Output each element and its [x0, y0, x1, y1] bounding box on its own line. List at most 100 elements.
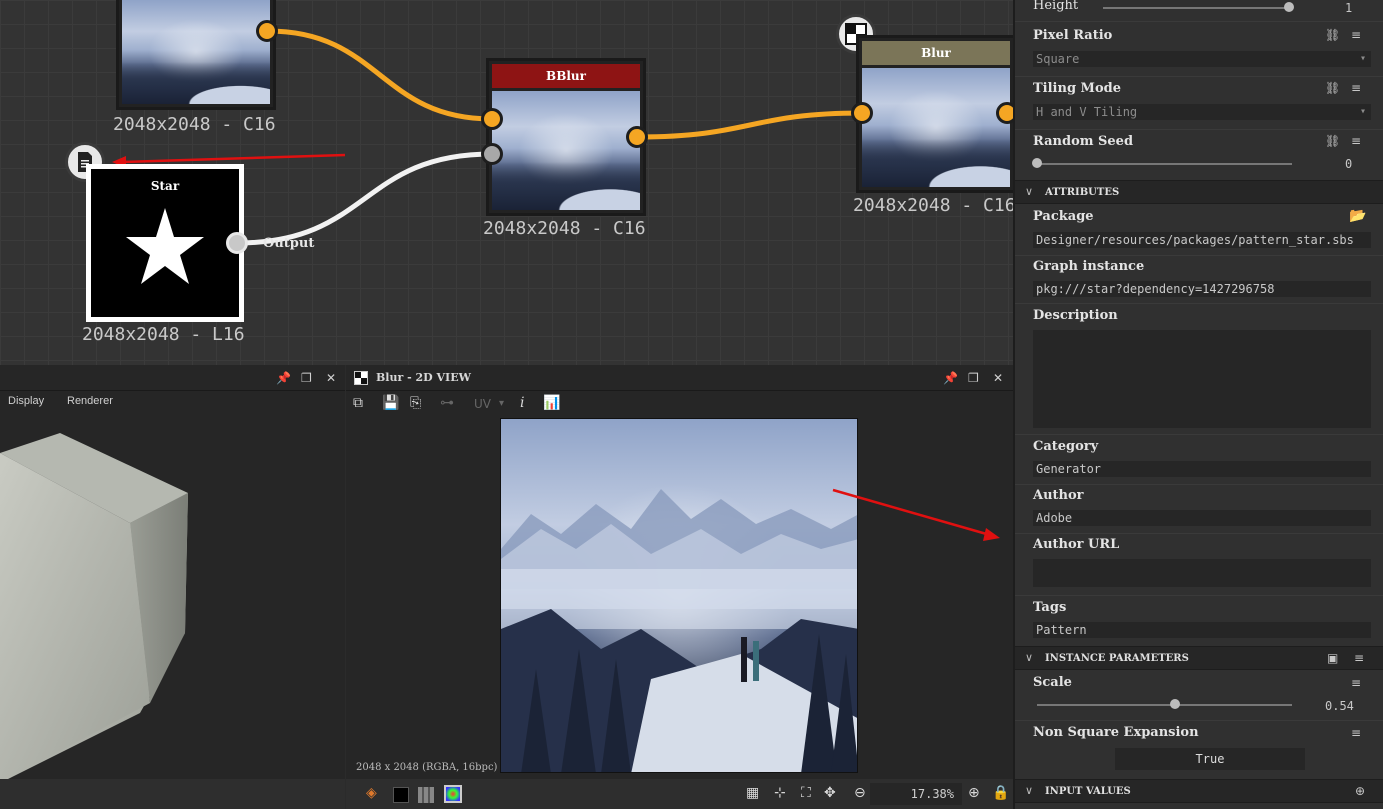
uv-dropdown[interactable]: UV	[474, 397, 491, 411]
random-seed-label: Random Seed	[1033, 134, 1134, 149]
grid-icon[interactable]: ▦	[746, 785, 759, 801]
pin-icon[interactable]: 📌	[943, 371, 958, 385]
height-slider-knob[interactable]	[1284, 2, 1295, 12]
attributes-title: ATTRIBUTES	[1045, 187, 1120, 198]
image-info-label: 2048 x 2048 (RGBA, 16bpc)	[356, 762, 498, 773]
node-bblur-input-port-2[interactable]	[481, 143, 503, 165]
2d-view-panel[interactable]: Blur - 2D VIEW 📌 ❐ ✕ ⧉ 💾 ⎘ ⊶ UV ▾ i 📊 20…	[346, 365, 1013, 809]
node-top-image[interactable]	[116, 0, 276, 110]
options-menu-icon[interactable]: ≡	[1351, 28, 1361, 42]
options-menu-icon[interactable]: ≡	[1351, 726, 1361, 740]
zoom-level-field[interactable]: 17.38%	[870, 783, 962, 805]
3d-viewport[interactable]	[0, 413, 345, 783]
tags-field[interactable]: Pattern	[1033, 622, 1371, 638]
instance-parameters-title: INSTANCE PARAMETERS	[1045, 653, 1189, 664]
package-label: Package	[1033, 209, 1094, 224]
tiling-mode-label: Tiling Mode	[1033, 81, 1121, 96]
link-icon[interactable]: ⛓	[1325, 28, 1340, 42]
annotation-arrow-graph	[121, 153, 346, 164]
chevron-down-icon: ∨	[1025, 651, 1034, 664]
layers-icon[interactable]: ◈	[366, 785, 377, 801]
description-textarea[interactable]	[1033, 330, 1371, 428]
graph-icon[interactable]: ⊶	[440, 395, 454, 411]
author-field[interactable]: Adobe	[1033, 510, 1371, 526]
tile-grid-icon[interactable]	[418, 787, 434, 803]
close-icon[interactable]: ✕	[326, 371, 336, 385]
node-blur-output-port[interactable]	[996, 102, 1013, 124]
options-menu-icon[interactable]: ≡	[1351, 81, 1361, 95]
float-window-icon[interactable]: ❐	[301, 371, 312, 385]
node-bblur-input-port-1[interactable]	[481, 108, 503, 130]
2d-view-title: Blur - 2D VIEW	[376, 371, 471, 384]
chevron-down-icon[interactable]: ▾	[499, 398, 504, 409]
chevron-down-icon: ∨	[1025, 185, 1034, 198]
save-icon[interactable]: 💾	[382, 395, 399, 411]
properties-panel[interactable]: Height 1 Pixel Ratio ⛓ ≡ Square Tiling M…	[1013, 0, 1383, 809]
pin-icon[interactable]: 📌	[276, 371, 291, 385]
fit-view-icon[interactable]: ⛶	[801, 785, 811, 801]
graph-instance-field[interactable]: pkg:///star?dependency=1427296758	[1033, 281, 1371, 297]
random-seed-slider-knob[interactable]	[1032, 158, 1042, 168]
menu-renderer[interactable]: Renderer	[67, 395, 113, 407]
add-icon[interactable]: ⊕	[1355, 784, 1365, 798]
black-swatch[interactable]	[393, 787, 409, 803]
menu-display[interactable]: Display	[8, 395, 44, 407]
options-menu-icon[interactable]: ≡	[1354, 651, 1364, 665]
pivot-icon[interactable]: ⊹	[774, 785, 786, 801]
node-graph[interactable]: 2048x2048 - C16 BBlur 2048x2048 - C16 Bl…	[0, 0, 1013, 365]
input-values-section-header[interactable]: ∨ INPUT VALUES ⊕	[1015, 779, 1383, 803]
zoom-out-icon[interactable]: ⊖	[854, 785, 866, 801]
color-display-icon[interactable]	[444, 785, 462, 803]
scale-slider-knob[interactable]	[1169, 699, 1180, 709]
random-seed-value: 0	[1345, 157, 1353, 171]
histogram-icon[interactable]: 📊	[543, 395, 560, 411]
zoom-in-icon[interactable]: ⊕	[968, 785, 980, 801]
tiling-mode-select[interactable]: H and V Tiling	[1033, 104, 1371, 120]
attributes-section-header[interactable]: ∨ ATTRIBUTES	[1015, 180, 1383, 204]
folder-icon[interactable]: 📂	[1349, 208, 1366, 224]
node-bblur-resolution: 2048x2048 - C16	[483, 218, 646, 239]
node-top-output-port[interactable]	[256, 20, 278, 42]
node-star-output-port[interactable]	[226, 232, 248, 254]
options-menu-icon[interactable]: ≡	[1351, 134, 1361, 148]
pixel-ratio-label: Pixel Ratio	[1033, 28, 1113, 43]
link-icon[interactable]: ⛓	[1325, 134, 1340, 148]
lock-icon[interactable]: 🔒	[992, 785, 1009, 801]
node-bblur-output-port[interactable]	[626, 126, 648, 148]
float-window-icon[interactable]: ❐	[968, 371, 979, 385]
3d-view-panel[interactable]: 📌 ❐ ✕ Display Renderer	[0, 365, 345, 809]
height-value: 1	[1345, 1, 1353, 15]
node-top-resolution: 2048x2048 - C16	[113, 114, 276, 135]
wire-bblur-to-blur	[637, 110, 863, 140]
info-icon[interactable]: i	[520, 395, 524, 411]
random-seed-slider-track[interactable]	[1037, 163, 1292, 165]
cube-mesh	[0, 433, 188, 783]
category-field[interactable]: Generator	[1033, 461, 1371, 477]
node-top-thumbnail	[122, 0, 270, 104]
2d-canvas[interactable]: 2048 x 2048 (RGBA, 16bpc)	[346, 417, 1013, 779]
preset-icon[interactable]: ▣	[1327, 651, 1338, 665]
pan-icon[interactable]: ✥	[824, 785, 836, 801]
copy-view-icon[interactable]: ⧉	[353, 395, 363, 411]
node-bblur-thumbnail	[492, 91, 640, 210]
node-blur[interactable]: Blur	[856, 35, 1013, 193]
scale-value: 0.54	[1325, 699, 1354, 713]
node-star[interactable]: Star	[86, 164, 244, 322]
node-bblur-title: BBlur	[492, 64, 640, 88]
options-menu-icon[interactable]: ≡	[1351, 676, 1361, 690]
2d-view-toolbar: ⧉ 💾 ⎘ ⊶ UV ▾ i 📊	[346, 391, 1013, 417]
3d-view-header: 📌 ❐ ✕	[0, 365, 345, 391]
package-field[interactable]: Designer/resources/packages/pattern_star…	[1033, 232, 1371, 248]
instance-parameters-section-header[interactable]: ∨ INSTANCE PARAMETERS ▣ ≡	[1015, 646, 1383, 670]
scale-slider-track[interactable]	[1037, 704, 1292, 706]
preview-image	[500, 418, 858, 773]
height-slider-track[interactable]	[1103, 7, 1293, 9]
link-icon[interactable]: ⛓	[1325, 81, 1340, 95]
copy-icon[interactable]: ⎘	[410, 395, 421, 411]
node-bblur[interactable]: BBlur	[486, 58, 646, 216]
author-url-field[interactable]	[1033, 559, 1371, 587]
non-square-expansion-toggle[interactable]: True	[1115, 748, 1305, 770]
pixel-ratio-select[interactable]: Square	[1033, 51, 1371, 67]
close-icon[interactable]: ✕	[993, 371, 1003, 385]
node-blur-input-port[interactable]	[851, 102, 873, 124]
